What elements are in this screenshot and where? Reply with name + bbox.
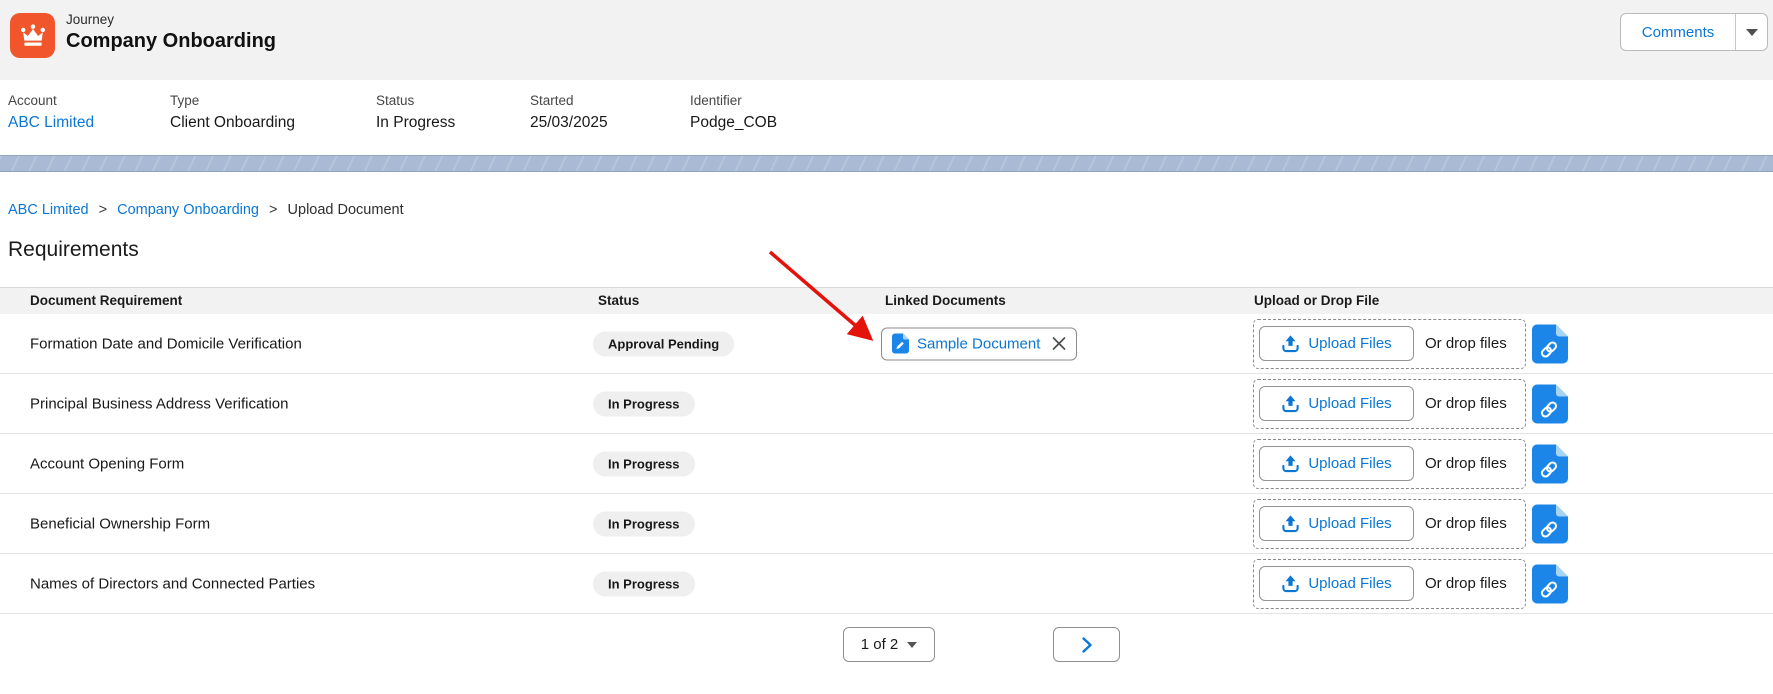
page-indicator: 1 of 2 <box>860 636 899 653</box>
file-dropzone[interactable]: Upload Files Or drop files <box>1253 498 1526 549</box>
file-dropzone[interactable]: Upload Files Or drop files <box>1253 378 1526 429</box>
status-badge: In Progress <box>593 511 695 536</box>
entity-type-label: Journey <box>66 12 115 27</box>
breadcrumb-separator: > <box>98 202 108 218</box>
field-value: 25/03/2025 <box>530 114 608 131</box>
requirement-name: Formation Date and Domicile Verification <box>30 335 302 352</box>
link-file-icon <box>1532 324 1568 363</box>
breadcrumb: ABC Limited > Company Onboarding > Uploa… <box>8 202 404 218</box>
top-bar: Journey Company Onboarding Comments <box>0 0 1773 81</box>
upload-files-button[interactable]: Upload Files <box>1259 566 1414 601</box>
record-highlights: Account ABC Limited Type Client Onboardi… <box>0 80 1773 155</box>
comments-button[interactable]: Comments <box>1621 14 1735 50</box>
field-value: In Progress <box>376 114 456 131</box>
field-label: Identifier <box>690 93 742 108</box>
section-title: Requirements <box>8 238 139 261</box>
upload-files-button[interactable]: Upload Files <box>1259 446 1414 481</box>
comments-dropdown-button[interactable] <box>1735 14 1767 50</box>
field-label: Account <box>8 93 57 108</box>
table-row: Names of Directors and Connected Parties… <box>0 554 1773 614</box>
link-file-button[interactable] <box>1532 444 1568 483</box>
linked-document-name: Sample Document <box>917 335 1041 352</box>
upload-icon <box>1282 515 1299 533</box>
drop-files-label: Or drop files <box>1425 395 1507 412</box>
page-selector-button[interactable]: 1 of 2 <box>843 627 935 662</box>
upload-files-label: Upload Files <box>1308 575 1392 592</box>
field-label: Status <box>376 93 415 108</box>
caret-down-icon <box>907 641 918 648</box>
account-link[interactable]: ABC Limited <box>8 114 94 132</box>
link-file-button[interactable] <box>1532 564 1568 603</box>
upload-files-button[interactable]: Upload Files <box>1259 386 1414 421</box>
field-label: Type <box>170 93 200 108</box>
upload-icon <box>1282 575 1299 593</box>
link-file-button[interactable] <box>1532 504 1568 543</box>
upload-icon <box>1282 455 1299 473</box>
drop-files-label: Or drop files <box>1425 515 1507 532</box>
requirement-name: Names of Directors and Connected Parties <box>30 575 316 592</box>
crown-icon <box>20 23 45 46</box>
column-header-upload: Upload or Drop File <box>1254 293 1380 308</box>
requirement-name: Principal Business Address Verification <box>30 395 289 412</box>
close-icon <box>1053 337 1066 350</box>
comments-split-button: Comments <box>1620 13 1768 51</box>
table-row: Beneficial Ownership Form In Progress Up… <box>0 494 1773 554</box>
upload-files-button[interactable]: Upload Files <box>1259 326 1414 361</box>
journey-entity-icon <box>10 13 55 58</box>
upload-icon <box>1282 335 1299 353</box>
field-value: Client Onboarding <box>170 114 295 131</box>
table-row: Account Opening Form In Progress Upload … <box>0 434 1773 494</box>
drop-files-label: Or drop files <box>1425 335 1507 352</box>
link-file-button[interactable] <box>1532 324 1568 363</box>
file-dropzone[interactable]: Upload Files Or drop files <box>1253 438 1526 489</box>
breadcrumb-journey-link[interactable]: Company Onboarding <box>117 202 259 218</box>
link-file-icon <box>1532 564 1568 603</box>
table-row: Formation Date and Domicile Verification… <box>0 314 1773 374</box>
status-badge: In Progress <box>593 391 695 416</box>
drop-files-label: Or drop files <box>1425 455 1507 472</box>
link-file-button[interactable] <box>1532 384 1568 423</box>
upload-files-label: Upload Files <box>1308 395 1392 412</box>
file-dropzone[interactable]: Upload Files Or drop files <box>1253 558 1526 609</box>
upload-icon <box>1282 395 1299 413</box>
status-badge: In Progress <box>593 451 695 476</box>
breadcrumb-separator: > <box>269 202 278 218</box>
status-badge: Approval Pending <box>593 331 735 356</box>
requirements-table-header: Document Requirement Status Linked Docum… <box>0 287 1773 315</box>
breadcrumb-current: Upload Document <box>287 202 404 218</box>
link-file-icon <box>1532 504 1568 543</box>
page-title: Company Onboarding <box>66 30 276 52</box>
journey-page: Journey Company Onboarding Comments Acco… <box>0 0 1773 694</box>
column-header-linked-documents: Linked Documents <box>885 293 1006 308</box>
requirement-name: Beneficial Ownership Form <box>30 515 211 532</box>
chevron-right-icon <box>1081 636 1092 653</box>
link-file-icon <box>1532 384 1568 423</box>
field-value: Podge_COB <box>690 114 778 131</box>
column-header-document-requirement: Document Requirement <box>30 293 183 308</box>
upload-files-label: Upload Files <box>1308 515 1392 532</box>
next-page-button[interactable] <box>1053 627 1120 662</box>
caret-down-icon <box>1745 28 1758 36</box>
upload-files-label: Upload Files <box>1308 335 1392 352</box>
remove-linked-document-button[interactable] <box>1052 337 1066 351</box>
table-row: Principal Business Address Verification … <box>0 374 1773 434</box>
field-label: Started <box>530 93 574 108</box>
drop-files-label: Or drop files <box>1425 575 1507 592</box>
link-file-icon <box>1532 444 1568 483</box>
column-header-status: Status <box>598 293 640 308</box>
requirement-name: Account Opening Form <box>30 455 185 472</box>
linked-document-chip[interactable]: Sample Document <box>881 327 1078 360</box>
upload-files-label: Upload Files <box>1308 455 1392 472</box>
status-badge: In Progress <box>593 571 695 596</box>
requirements-rows: Formation Date and Domicile Verification… <box>0 314 1773 614</box>
file-dropzone[interactable]: Upload Files Or drop files <box>1253 318 1526 369</box>
upload-files-button[interactable]: Upload Files <box>1259 506 1414 541</box>
breadcrumb-account-link[interactable]: ABC Limited <box>8 202 89 218</box>
decorative-banner <box>0 155 1773 172</box>
document-icon <box>892 333 909 354</box>
